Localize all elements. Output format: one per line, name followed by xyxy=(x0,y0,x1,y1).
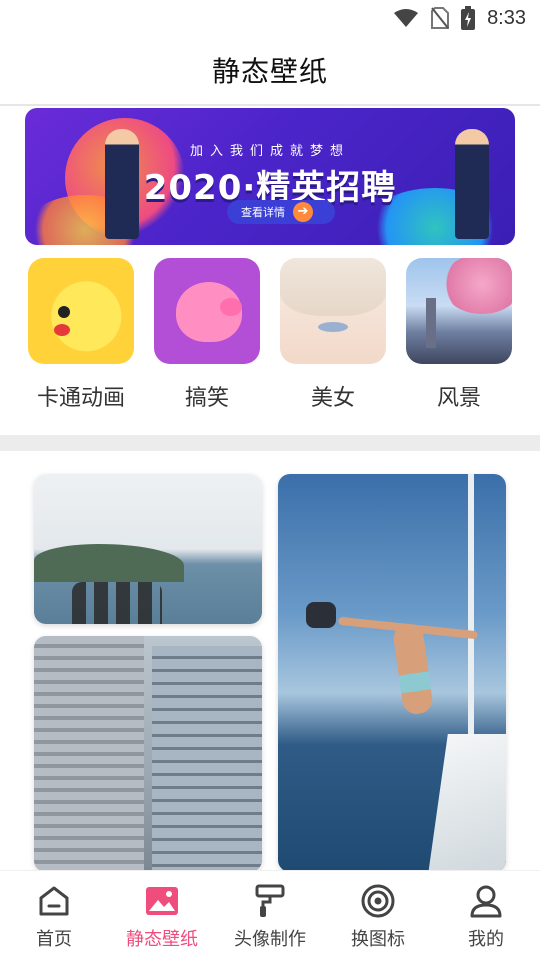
battery-charging-icon xyxy=(461,6,476,30)
target-icon xyxy=(360,883,396,919)
paint-roller-icon xyxy=(252,883,288,919)
yacht-jump-photo[interactable] xyxy=(278,474,506,872)
tab-me[interactable]: 我的 xyxy=(436,883,536,951)
arrow-right-icon: ➔ xyxy=(293,202,313,222)
home-icon xyxy=(36,883,72,919)
tab-label: 换图标 xyxy=(351,929,405,950)
no-sim-icon xyxy=(431,7,450,29)
sea-people-photo[interactable] xyxy=(34,474,262,624)
tab-label: 头像制作 xyxy=(234,929,306,950)
boat-shape xyxy=(428,734,506,872)
category-label: 美女 xyxy=(310,386,355,411)
picture-icon xyxy=(144,883,180,919)
tab-static-wallpaper[interactable]: 静态壁纸 xyxy=(112,883,212,951)
banner-details-button[interactable]: 查看详情 ➔ xyxy=(227,200,335,224)
wifi-icon xyxy=(393,8,419,28)
people-silhouettes xyxy=(72,582,162,624)
bottom-tab-bar: 首页 静态壁纸 头像制作 换图标 我的 xyxy=(0,870,540,960)
section-divider xyxy=(0,435,540,451)
tab-label: 首页 xyxy=(36,929,72,950)
category-funny[interactable]: 搞笑 xyxy=(152,258,262,418)
status-bar: 8:33 xyxy=(0,0,540,36)
man-shape xyxy=(391,622,435,716)
building-shape xyxy=(152,646,262,872)
category-label: 搞笑 xyxy=(184,386,229,411)
category-label: 卡通动画 xyxy=(36,386,125,411)
user-icon xyxy=(468,883,504,919)
peppa-pig-thumbnail xyxy=(154,258,260,364)
category-cartoon[interactable]: 卡通动画 xyxy=(26,258,136,418)
recruitment-banner[interactable]: 加入我们成就梦想 2020·精英招聘 查看详情 ➔ xyxy=(25,108,515,245)
cherry-blossom-scenery-thumbnail xyxy=(406,258,512,364)
tab-label: 静态壁纸 xyxy=(126,929,198,950)
bag-shape xyxy=(306,602,336,628)
page-title: 静态壁纸 xyxy=(211,55,328,88)
category-beauty[interactable]: 美女 xyxy=(278,258,388,418)
island-shape xyxy=(34,544,184,582)
category-row: 卡通动画 搞笑 美女 风景 xyxy=(0,258,540,418)
city-buildings-photo[interactable] xyxy=(34,636,262,872)
tab-avatar-maker[interactable]: 头像制作 xyxy=(220,883,320,951)
status-time: 8:33 xyxy=(487,6,526,29)
category-label: 风景 xyxy=(436,386,481,411)
anime-girl-thumbnail xyxy=(280,258,386,364)
banner-button-label: 查看详情 xyxy=(241,206,285,219)
tab-change-icon[interactable]: 换图标 xyxy=(328,883,428,951)
category-scenery[interactable]: 风景 xyxy=(404,258,514,418)
tab-label: 我的 xyxy=(468,929,504,950)
title-bar: 静态壁纸 xyxy=(0,36,540,106)
building-shape xyxy=(34,636,144,872)
tab-home[interactable]: 首页 xyxy=(4,883,104,951)
banner-subtitle: 加入我们成就梦想 xyxy=(189,144,350,159)
pikachu-thumbnail xyxy=(28,258,134,364)
